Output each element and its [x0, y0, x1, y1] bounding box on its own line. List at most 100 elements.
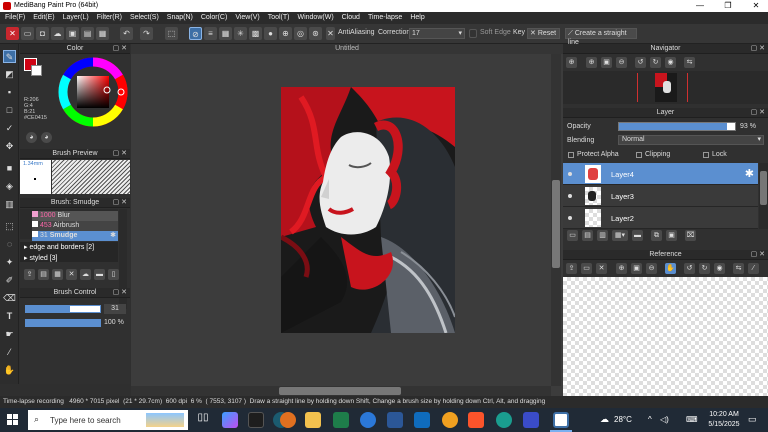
brush-item-blur[interactable]: 1000 Blur — [32, 211, 118, 221]
vertical-scroll-thumb[interactable] — [552, 180, 560, 268]
cloud-icon[interactable]: ☁ — [51, 27, 64, 40]
operation-tool-icon[interactable]: ☛ — [3, 328, 16, 341]
parallel-snap-icon[interactable]: ≡ — [204, 27, 217, 40]
ref-rotate-left-icon[interactable]: ↺ — [684, 263, 695, 274]
new-layer-icon[interactable]: ▭ — [567, 230, 578, 241]
ref-fit-icon[interactable]: ▣ — [631, 263, 642, 274]
ref-image-icon[interactable]: ▭ — [581, 263, 592, 274]
layer-row-layer4[interactable]: Layer4 ✱ — [563, 163, 758, 185]
panel-controls-icon[interactable]: ▢ ✕ — [113, 44, 127, 54]
game-app-icon[interactable] — [523, 412, 539, 428]
layer-opacity-slider[interactable] — [618, 122, 736, 131]
dot-tool-icon[interactable]: ▪ — [3, 86, 16, 99]
palette-icon[interactable]: ◕ — [26, 132, 37, 143]
straight-line-button[interactable]: ⟋ Create a straight line — [565, 28, 637, 46]
circle-snap-icon[interactable]: ● — [264, 27, 277, 40]
delete-layer-icon[interactable]: ⌧ — [685, 230, 696, 241]
panel-controls-icon[interactable]: ▢ ✕ — [113, 288, 127, 298]
panel-controls-icon[interactable]: ▢ ✕ — [751, 108, 765, 118]
move-tool-icon[interactable]: ✥ — [3, 140, 16, 153]
maximize-button[interactable]: ❐ — [716, 0, 740, 12]
redo-icon[interactable]: ↷ — [140, 27, 153, 40]
menu-layer[interactable]: Layer(L) — [59, 12, 93, 24]
clock-time[interactable]: 10:20 AM — [706, 411, 742, 418]
chevron-up-icon[interactable]: ^ — [648, 415, 652, 424]
edit-brush-icon[interactable]: ▤ — [38, 269, 49, 280]
antialiasing-checkbox[interactable]: ✕ — [326, 27, 335, 40]
ref-zoom-in-icon[interactable]: ⊕ — [616, 263, 627, 274]
perspective-snap-icon[interactable]: ⊛ — [309, 27, 322, 40]
blending-select[interactable]: Normal ▾ — [618, 135, 764, 145]
menu-tool[interactable]: Tool(T) — [264, 12, 294, 24]
rss-app-icon[interactable] — [280, 412, 296, 428]
reference-area[interactable] — [563, 277, 768, 396]
vanishing-snap-icon[interactable]: ◎ — [294, 27, 307, 40]
panel-controls-icon[interactable]: ▢ ✕ — [751, 250, 765, 260]
notification-icon[interactable]: ▭ — [748, 414, 757, 425]
ref-zoom-out-icon[interactable]: ⊖ — [646, 263, 657, 274]
crisscross-snap-icon[interactable]: ▩ — [249, 27, 262, 40]
menu-file[interactable]: File(F) — [1, 12, 29, 24]
layer-menu-icon[interactable]: ▦▾ — [612, 230, 628, 241]
duplicate-layer-icon[interactable]: ▣ — [666, 230, 677, 241]
rotate-right-icon[interactable]: ↻ — [650, 57, 661, 68]
color-history-icon[interactable]: ◕ — [41, 132, 52, 143]
settings-brush-icon[interactable]: ▯ — [108, 269, 119, 280]
menu-view[interactable]: View(V) — [231, 12, 263, 24]
word-icon[interactable] — [387, 412, 403, 428]
brush-group-styled[interactable]: ▸ styled [3] — [24, 254, 57, 262]
merge-layer-icon[interactable]: ⧉ — [651, 230, 662, 241]
menu-timelapse[interactable]: Time-lapse — [364, 12, 406, 24]
cloud-brush-icon[interactable]: ☁ — [80, 269, 91, 280]
brush-size-slider[interactable] — [25, 305, 101, 313]
close-button[interactable]: ✕ — [744, 0, 768, 12]
edge-icon[interactable] — [496, 412, 512, 428]
brave-icon[interactable] — [468, 412, 484, 428]
brush-opacity-slider[interactable] — [25, 319, 101, 327]
brush-item-smudge[interactable]: 31 Smudge ✱ — [32, 231, 118, 241]
snap-off-icon[interactable]: ⊘ — [189, 27, 202, 40]
panel-controls-icon[interactable]: ▢ ✕ — [751, 44, 765, 54]
radial-snap-icon[interactable]: ✳ — [234, 27, 247, 40]
folder-icon[interactable]: ▬ — [632, 230, 643, 241]
select-pen-icon[interactable]: ✐ — [3, 274, 16, 287]
brush-size-value[interactable]: 31 — [104, 304, 126, 314]
ref-eyedropper-icon[interactable]: ⁄ — [748, 263, 759, 274]
layer-scroll-thumb[interactable] — [760, 171, 767, 205]
ref-hand-icon[interactable]: ✋ — [665, 263, 676, 274]
ref-close-icon[interactable]: ✕ — [596, 263, 607, 274]
clipping-checkbox[interactable] — [636, 152, 642, 158]
eraser-tool-icon[interactable]: ◩ — [3, 68, 16, 81]
minimize-button[interactable]: — — [688, 0, 712, 12]
rotate-reset-icon[interactable]: ◉ — [665, 57, 676, 68]
magic-wand-icon[interactable]: ✦ — [3, 256, 16, 269]
ref-rotate-right-icon[interactable]: ↻ — [699, 263, 710, 274]
panel-controls-icon[interactable]: ▢ ✕ — [113, 149, 127, 159]
layer-scrollbar[interactable] — [759, 163, 768, 229]
gear-icon[interactable]: ✱ — [110, 231, 116, 241]
weather-temp[interactable]: 28°C — [614, 415, 632, 424]
ref-open-icon[interactable]: ⇪ — [566, 263, 577, 274]
panel-controls-icon[interactable]: ▢ ✕ — [113, 198, 127, 208]
navigator-preview[interactable] — [563, 71, 768, 104]
close-doc-icon[interactable]: ✕ — [6, 27, 19, 40]
protect-alpha-checkbox[interactable] — [568, 152, 574, 158]
undo-icon[interactable]: ↶ — [120, 27, 133, 40]
copy-layer-icon[interactable]: ▥ — [597, 230, 608, 241]
artwork-canvas[interactable] — [281, 87, 455, 333]
zoom-in-icon[interactable]: ⊕ — [566, 57, 577, 68]
menu-snap[interactable]: Snap(N) — [163, 12, 197, 24]
rotate-left-icon[interactable]: ↺ — [635, 57, 646, 68]
keyboard-icon[interactable]: ⌨ — [686, 415, 698, 424]
folder-brush-icon[interactable]: ▬ — [94, 269, 105, 280]
gradient-tool-icon[interactable]: ▥ — [3, 198, 16, 211]
canvas-icon[interactable]: ▦ — [96, 27, 109, 40]
text-tool-icon[interactable]: T — [3, 310, 16, 323]
brush-group-edge[interactable]: ▸ edge and borders [2] — [24, 243, 94, 251]
chrome-icon[interactable] — [442, 412, 458, 428]
eye-icon[interactable] — [568, 216, 572, 220]
fit-icon[interactable]: ▣ — [601, 57, 612, 68]
grid-snap-icon[interactable]: ▦ — [219, 27, 232, 40]
medibang-taskbar-icon[interactable] — [553, 412, 569, 428]
media-app-icon[interactable] — [248, 412, 264, 428]
